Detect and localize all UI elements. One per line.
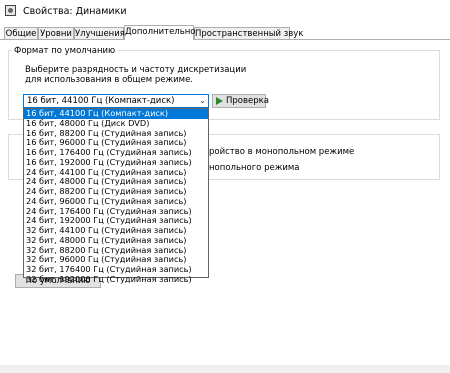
tab-spatial-sound[interactable]: Пространственный звук <box>194 27 303 39</box>
format-combobox[interactable]: 16 бит, 44100 Гц (Компакт-диск) ⌄ <box>23 94 209 108</box>
dropdown-option[interactable]: 32 бит, 88200 Гц (Студийная запись) <box>24 246 208 256</box>
check-button[interactable]: Проверка <box>212 94 269 108</box>
dropdown-option[interactable]: 24 бит, 48000 Гц (Студийная запись) <box>24 177 208 187</box>
dropdown-option[interactable]: 24 бит, 96000 Гц (Студийная запись) <box>24 197 208 207</box>
dropdown-option[interactable]: 16 бит, 176400 Гц (Студийная запись) <box>24 148 208 158</box>
dropdown-option[interactable]: 32 бит, 176400 Гц (Студийная запись) <box>24 265 208 275</box>
dropdown-option[interactable]: 32 бит, 192000 Гц (Студийная запись) <box>24 275 208 285</box>
tab-strip: Общие Уровни Улучшения Дополнительно Про… <box>0 25 450 40</box>
tab-advanced[interactable]: Дополнительно <box>124 25 196 40</box>
dropdown-option[interactable]: 24 бит, 88200 Гц (Студийная запись) <box>24 187 208 197</box>
dropdown-option[interactable]: 16 бит, 48000 Гц (Диск DVD) <box>24 119 208 129</box>
dropdown-option[interactable]: 16 бит, 88200 Гц (Студийная запись) <box>24 129 208 139</box>
dropdown-option[interactable]: 24 бит, 44100 Гц (Студийная запись) <box>24 168 208 178</box>
exclusive-control-option[interactable]: ройство в монопольном режиме <box>209 147 354 157</box>
play-icon <box>216 97 223 105</box>
tab-enhancements[interactable]: Улучшения <box>74 27 125 39</box>
dropdown-option[interactable]: 24 бит, 176400 Гц (Студийная запись) <box>24 207 208 217</box>
window-title: Свойства: Динамики <box>23 6 127 17</box>
dropdown-option[interactable]: 32 бит, 44100 Гц (Студийная запись) <box>24 226 208 236</box>
exclusive-priority-option[interactable]: нопольного режима <box>209 163 300 173</box>
dropdown-option[interactable]: 16 бит, 192000 Гц (Студийная запись) <box>24 158 208 168</box>
title-bar: Свойства: Динамики <box>0 0 450 24</box>
dropdown-option[interactable]: 32 бит, 48000 Гц (Студийная запись) <box>24 236 208 246</box>
dropdown-option[interactable]: 16 бит, 44100 Гц (Компакт-диск) <box>24 109 208 119</box>
default-format-description: Выберите разрядность и частоту дискретиз… <box>25 65 247 85</box>
tab-levels[interactable]: Уровни <box>38 27 74 39</box>
format-combobox-value: 16 бит, 44100 Гц (Компакт-диск) <box>27 96 175 106</box>
dropdown-option[interactable]: 16 бит, 96000 Гц (Студийная запись) <box>24 138 208 148</box>
dropdown-option[interactable]: 24 бит, 192000 Гц (Студийная запись) <box>24 216 208 226</box>
tab-general[interactable]: Общие <box>4 27 38 39</box>
default-format-label: Формат по умолчанию <box>12 46 118 56</box>
speaker-properties-icon <box>5 5 16 16</box>
dropdown-option[interactable]: 32 бит, 96000 Гц (Студийная запись) <box>24 255 208 265</box>
format-dropdown-list[interactable]: 16 бит, 44100 Гц (Компакт-диск) 16 бит, … <box>23 108 209 284</box>
window-bottom-edge <box>0 365 450 373</box>
check-button-label: Проверка <box>226 96 269 106</box>
chevron-down-icon[interactable]: ⌄ <box>199 96 206 105</box>
